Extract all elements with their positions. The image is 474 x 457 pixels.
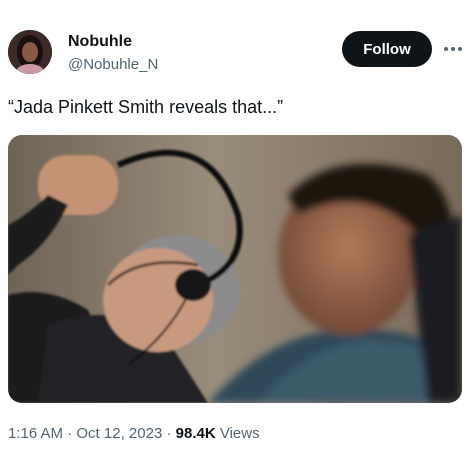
meta-separator: · [63,425,77,442]
views-count[interactable]: 98.4K [176,425,216,442]
meme-photo [8,135,462,403]
user-handle[interactable]: @Nobuhle_N [68,55,158,75]
avatar[interactable] [8,30,52,74]
more-options-button[interactable] [440,38,466,60]
follow-button[interactable]: Follow [342,31,432,67]
tweet-date[interactable]: Oct 12, 2023 [76,425,162,442]
tweet-meta: 1:16 AM · Oct 12, 2023 · 98.4K Views [8,424,260,444]
tweet-text: “Jada Pinkett Smith reveals that...” [8,97,284,117]
more-horizontal-icon [444,47,462,51]
avatar-image [8,30,52,74]
meta-separator: · [162,425,176,442]
tweet-time[interactable]: 1:16 AM [8,425,63,442]
tweet-media-image[interactable] [8,135,462,403]
display-name[interactable]: Nobuhle [68,32,132,52]
views-label: Views [215,425,260,442]
tweet-card: Nobuhle @Nobuhle_N Follow “Jada Pinkett … [0,0,474,457]
